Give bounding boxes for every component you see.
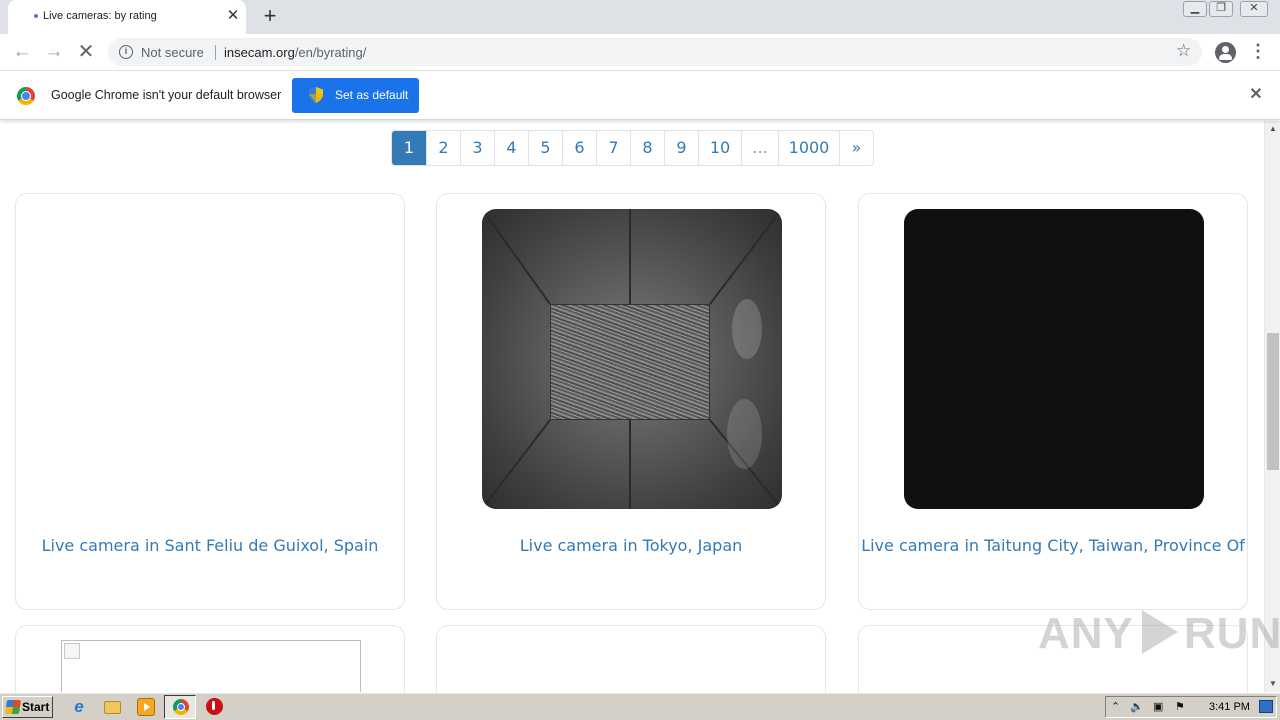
uac-shield-icon <box>309 87 323 103</box>
show-desktop-icon[interactable] <box>1259 700 1273 713</box>
url-host: insecam.org <box>224 45 295 60</box>
profile-avatar-icon[interactable] <box>1215 42 1236 63</box>
start-label: Start <box>22 700 50 714</box>
minimize-button[interactable]: ▁ <box>1183 1 1207 17</box>
default-browser-infobar: Google Chrome isn't your default browser… <box>0 72 1280 120</box>
camera-snapshot-image[interactable] <box>482 209 782 509</box>
browser-toolbar: ← → ✕ i Not secure insecam.org/en/byrati… <box>0 34 1280 71</box>
camera-card <box>15 625 405 692</box>
set-as-default-label: Set as default <box>335 88 409 102</box>
maximize-button[interactable]: ❐ <box>1209 1 1233 17</box>
scroll-up-arrow-icon[interactable]: ▲ <box>1265 121 1280 137</box>
scroll-down-arrow-icon[interactable]: ▼ <box>1265 676 1280 692</box>
system-tray: ⌃ 🔈 ▣ ⚑ 3:41 PM <box>1105 696 1277 718</box>
camera-link[interactable]: Live camera in Tokyo, Japan <box>437 536 825 555</box>
page-link-1000[interactable]: 1000 <box>779 131 840 165</box>
page-link-2[interactable]: 2 <box>427 131 461 165</box>
url-text[interactable]: insecam.org/en/byrating/ <box>224 45 366 60</box>
page-link-7[interactable]: 7 <box>597 131 631 165</box>
watermark-left: ANY <box>1038 609 1134 658</box>
page-link-1[interactable]: 1 <box>392 131 427 165</box>
page-link-5[interactable]: 5 <box>529 131 563 165</box>
camera-link[interactable]: Live camera in Sant Feliu de Guixol, Spa… <box>16 536 404 555</box>
page-link-4[interactable]: 4 <box>495 131 529 165</box>
set-as-default-button[interactable]: Set as default <box>292 78 419 113</box>
address-bar[interactable]: i Not secure insecam.org/en/byrating/ ☆ <box>108 38 1202 66</box>
back-arrow-icon[interactable]: ← <box>10 40 34 64</box>
nest-straw <box>550 304 710 420</box>
file-explorer-icon[interactable] <box>104 701 121 714</box>
broken-image-icon <box>64 643 80 659</box>
camera-snapshot-image[interactable] <box>904 209 1204 509</box>
infobar-message: Google Chrome isn't your default browser <box>51 88 282 102</box>
network-icon[interactable]: ▣ <box>1153 700 1163 713</box>
security-label[interactable]: Not secure <box>141 45 204 60</box>
camera-card: Live camera in Taitung City, Taiwan, Pro… <box>858 193 1248 610</box>
tray-expand-icon[interactable]: ⌃ <box>1111 700 1120 713</box>
pagination: 1 2 3 4 5 6 7 8 9 10 ... 1000 » <box>391 130 874 166</box>
tab-live-cameras[interactable]: Live cameras: by rating ✕ <box>8 0 246 34</box>
window-close-button[interactable]: ✕ <box>1240 1 1268 17</box>
camera-snapshot-image[interactable] <box>61 640 361 692</box>
clock[interactable]: 3:41 PM <box>1209 701 1250 713</box>
opera-icon[interactable] <box>206 698 223 715</box>
page-link-10[interactable]: 10 <box>699 131 742 165</box>
forward-arrow-icon[interactable]: → <box>42 40 66 64</box>
infobar-close-icon[interactable]: ✕ <box>1247 86 1265 104</box>
stop-loading-icon[interactable]: ✕ <box>74 40 98 64</box>
page-link-6[interactable]: 6 <box>563 131 597 165</box>
camera-card <box>436 625 826 692</box>
anyrun-watermark: ANY RUN <box>1038 609 1280 659</box>
page-link-8[interactable]: 8 <box>631 131 665 165</box>
chrome-taskbar-button[interactable] <box>164 695 196 719</box>
page-content: 1 2 3 4 5 6 7 8 9 10 ... 1000 » Live cam… <box>0 121 1264 692</box>
camera-card: Live camera in Sant Feliu de Guixol, Spa… <box>15 193 405 610</box>
camera-link[interactable]: Live camera in Taitung City, Taiwan, Pro… <box>859 536 1247 555</box>
windows-flag-icon <box>5 700 21 714</box>
page-scrollbar[interactable]: ▲ ▼ <box>1264 121 1280 692</box>
address-separator <box>215 45 216 60</box>
page-link-3[interactable]: 3 <box>461 131 495 165</box>
tab-favicon-icon <box>34 14 38 18</box>
new-tab-button[interactable]: + <box>258 5 282 29</box>
info-icon[interactable]: i <box>119 45 133 59</box>
watermark-right: RUN <box>1183 609 1280 658</box>
kebab-menu-icon[interactable]: ⋮ <box>1248 42 1268 62</box>
volume-icon[interactable]: 🔈 <box>1130 700 1144 713</box>
scrollbar-thumb[interactable] <box>1267 333 1279 470</box>
play-icon <box>1141 610 1178 654</box>
internet-explorer-icon[interactable]: e <box>70 698 88 716</box>
tab-title: Live cameras: by rating <box>43 10 157 22</box>
url-path: /en/byrating/ <box>294 45 367 60</box>
media-player-icon[interactable] <box>137 698 155 716</box>
page-link-9[interactable]: 9 <box>665 131 699 165</box>
camera-card: Live camera in Tokyo, Japan <box>436 193 826 610</box>
action-center-flag-icon[interactable]: ⚑ <box>1175 700 1185 713</box>
page-ellipsis: ... <box>742 131 779 165</box>
chrome-icon <box>173 699 189 715</box>
tab-close-icon[interactable]: ✕ <box>224 7 242 25</box>
chrome-logo-icon <box>17 87 35 105</box>
windows-taskbar: Start e ⌃ 🔈 ▣ ⚑ 3:41 PM <box>0 692 1280 720</box>
page-next-link[interactable]: » <box>840 131 873 165</box>
start-button[interactable]: Start <box>2 696 53 718</box>
bookmark-star-icon[interactable]: ☆ <box>1176 41 1191 61</box>
tab-strip: Live cameras: by rating ✕ + ▁ ❐ ✕ <box>0 0 1280 34</box>
